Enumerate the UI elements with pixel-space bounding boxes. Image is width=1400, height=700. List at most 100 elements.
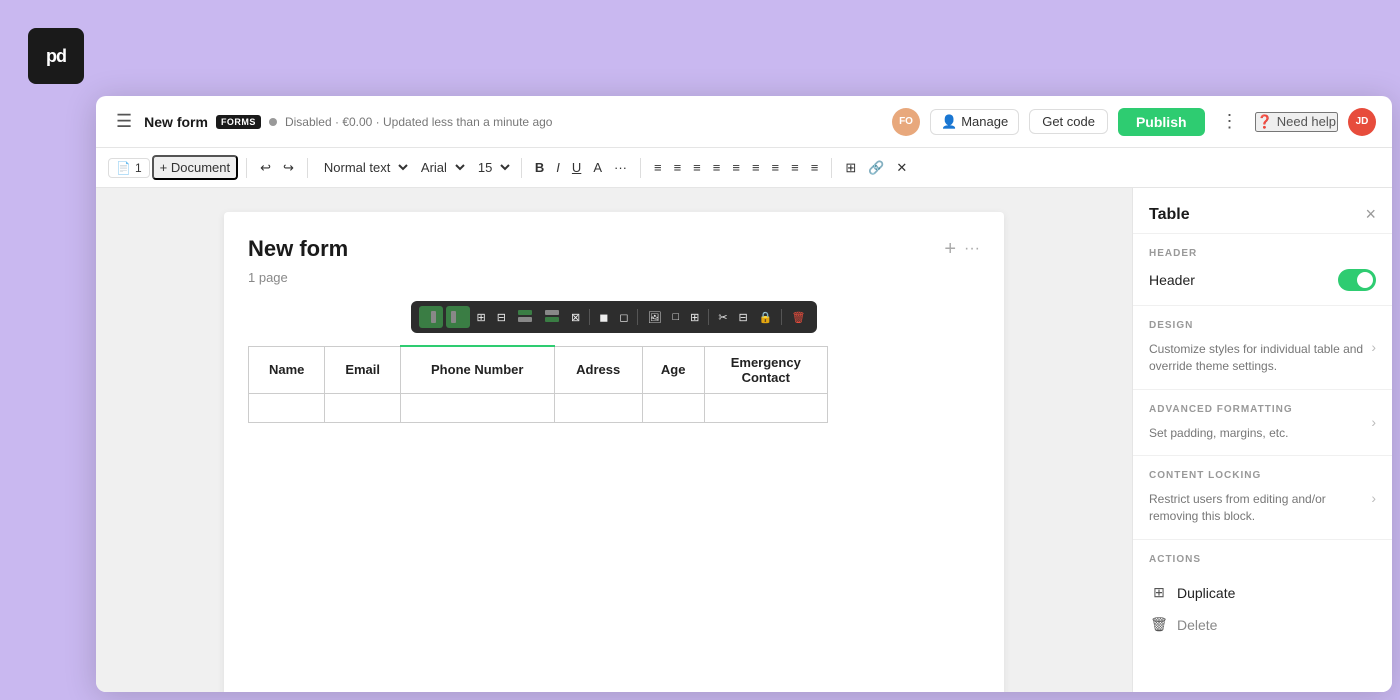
undo-button[interactable]: ↩ <box>255 157 276 179</box>
th-age: Age <box>642 346 704 393</box>
panel-header-section: HEADER Header <box>1133 234 1392 306</box>
status-text: Disabled · €0.00 · Updated less than a m… <box>285 115 553 129</box>
advanced-formatting-desc: Set padding, margins, etc. <box>1149 425 1293 442</box>
td-phone[interactable] <box>400 393 554 422</box>
font-size-select[interactable]: 15 <box>470 157 513 178</box>
manage-button[interactable]: 👤 Manage <box>930 109 1019 135</box>
td-email[interactable] <box>325 393 400 422</box>
toolbar-history-group: ↩ ↪ <box>255 157 299 179</box>
table-button[interactable]: ⊞ <box>840 157 861 179</box>
design-desc: Customize styles for individual table an… <box>1149 341 1371 375</box>
th-phone: Phone Number <box>400 346 554 393</box>
clear-format-button[interactable]: ✕ <box>891 157 912 179</box>
ft-sep-2 <box>637 309 638 325</box>
fo-avatar: FO <box>892 108 920 136</box>
toolbar-separator-1 <box>246 158 247 178</box>
topbar-more-icon[interactable]: ⋮ <box>1215 107 1245 136</box>
toolbar-separator-5 <box>831 158 832 178</box>
header-toggle-label: Header <box>1149 272 1195 288</box>
content-locking-desc: Restrict users from editing and/or remov… <box>1149 491 1371 525</box>
page-header-row: New form + ··· <box>248 236 980 262</box>
help-button[interactable]: ❓ Need help <box>1255 112 1338 132</box>
th-name: Name <box>249 346 325 393</box>
ft-insert-row-above[interactable] <box>513 306 537 328</box>
ft-align-cols[interactable]: ⊟ <box>735 308 752 327</box>
panel-header-label: HEADER <box>1149 248 1376 259</box>
td-emergency[interactable] <box>704 393 827 422</box>
panel-close-button[interactable]: × <box>1365 204 1376 225</box>
underline-button[interactable]: U <box>567 157 586 178</box>
more-format-button[interactable]: ··· <box>609 157 632 178</box>
float-toolbar: ⊞ ⊟ ⊠ ◼ ◻ 🖼 □ <box>411 301 818 333</box>
jd-avatar: JD <box>1348 108 1376 136</box>
font-select[interactable]: Arial <box>413 157 468 178</box>
list-ordered-button[interactable]: ≡ <box>747 157 765 178</box>
text-style-select[interactable]: Normal text <box>316 157 411 178</box>
page-container: New form + ··· 1 page <box>224 212 1004 692</box>
forms-badge: FORMS <box>216 115 261 129</box>
delete-icon: 🗑 <box>1149 615 1169 635</box>
ft-lock[interactable]: 🔒 <box>755 308 777 327</box>
page-number-button[interactable]: 📄 1 <box>108 158 150 178</box>
indent-decrease-button[interactable]: ≡ <box>767 157 785 178</box>
ft-insert-col-right[interactable] <box>446 306 470 328</box>
content-area: New form + ··· 1 page <box>96 188 1392 692</box>
status-dot <box>269 118 277 126</box>
align-justify-button[interactable]: ≡ <box>708 157 726 178</box>
ft-style-light[interactable]: ◻ <box>615 308 632 327</box>
advanced-formatting-section[interactable]: ADVANCED FORMATTING Set padding, margins… <box>1133 390 1392 457</box>
italic-button[interactable]: I <box>551 157 565 178</box>
get-code-button[interactable]: Get code <box>1029 109 1108 134</box>
document-title: New form <box>248 236 348 262</box>
content-locking-section[interactable]: CONTENT LOCKING Restrict users from edit… <box>1133 456 1392 540</box>
th-email: Email <box>325 346 400 393</box>
td-age[interactable] <box>642 393 704 422</box>
advanced-formatting-label: ADVANCED FORMATTING <box>1149 404 1293 415</box>
ft-delete-row[interactable]: ⊠ <box>567 308 584 327</box>
ft-image[interactable]: 🖼 <box>643 308 665 327</box>
actions-label: ACTIONS <box>1149 554 1376 565</box>
align-left-button[interactable]: ≡ <box>649 157 667 178</box>
ft-sep-3 <box>708 309 709 325</box>
ft-merge[interactable]: ⊞ <box>473 308 490 327</box>
indent-increase-button[interactable]: ≡ <box>786 157 804 178</box>
ft-sep-4 <box>781 309 782 325</box>
add-row-button[interactable]: + <box>944 238 956 261</box>
ft-insert-row-below[interactable] <box>540 306 564 328</box>
text-color-button[interactable]: A <box>588 157 607 178</box>
redo-button[interactable]: ↪ <box>278 157 299 179</box>
toolbar-separator-4 <box>640 158 641 178</box>
line-height-button[interactable]: ≡ <box>806 157 824 178</box>
header-toggle[interactable] <box>1338 269 1376 291</box>
ft-delete[interactable]: 🗑 <box>787 308 809 327</box>
duplicate-icon: ⊞ <box>1149 583 1169 603</box>
align-right-button[interactable]: ≡ <box>688 157 706 178</box>
ft-border-inner[interactable]: ⊞ <box>686 308 703 327</box>
delete-action[interactable]: 🗑 Delete <box>1149 609 1376 641</box>
topbar: ☰ New form FORMS Disabled · €0.00 · Upda… <box>96 96 1392 148</box>
ft-sep-1 <box>589 309 590 325</box>
td-name[interactable] <box>249 393 325 422</box>
design-section[interactable]: DESIGN Customize styles for individual t… <box>1133 306 1392 390</box>
ft-split-h[interactable]: ⊟ <box>493 308 510 327</box>
ft-style-dark[interactable]: ◼ <box>595 308 612 327</box>
logo-text: pd <box>46 46 66 67</box>
add-document-button[interactable]: + Document <box>152 155 238 180</box>
publish-button[interactable]: Publish <box>1118 108 1205 136</box>
toolbar: 📄 1 + Document ↩ ↪ Normal text Arial <box>96 148 1392 188</box>
page-more-button[interactable]: ··· <box>964 240 980 258</box>
hamburger-icon[interactable]: ☰ <box>112 107 136 136</box>
bold-button[interactable]: B <box>530 157 549 178</box>
ft-cut[interactable]: ✂ <box>714 308 731 327</box>
list-unordered-button[interactable]: ≡ <box>727 157 745 178</box>
editor-area: New form + ··· 1 page <box>96 188 1132 692</box>
td-address[interactable] <box>554 393 642 422</box>
panel-title: Table <box>1149 206 1190 224</box>
align-center-button[interactable]: ≡ <box>669 157 687 178</box>
link-button[interactable]: 🔗 <box>863 157 889 179</box>
th-address: Adress <box>554 346 642 393</box>
ft-insert-col-left[interactable] <box>419 306 443 328</box>
ft-border-outer[interactable]: □ <box>668 308 683 326</box>
duplicate-action[interactable]: ⊞ Duplicate <box>1149 577 1376 609</box>
content-locking-label: CONTENT LOCKING <box>1149 470 1371 481</box>
